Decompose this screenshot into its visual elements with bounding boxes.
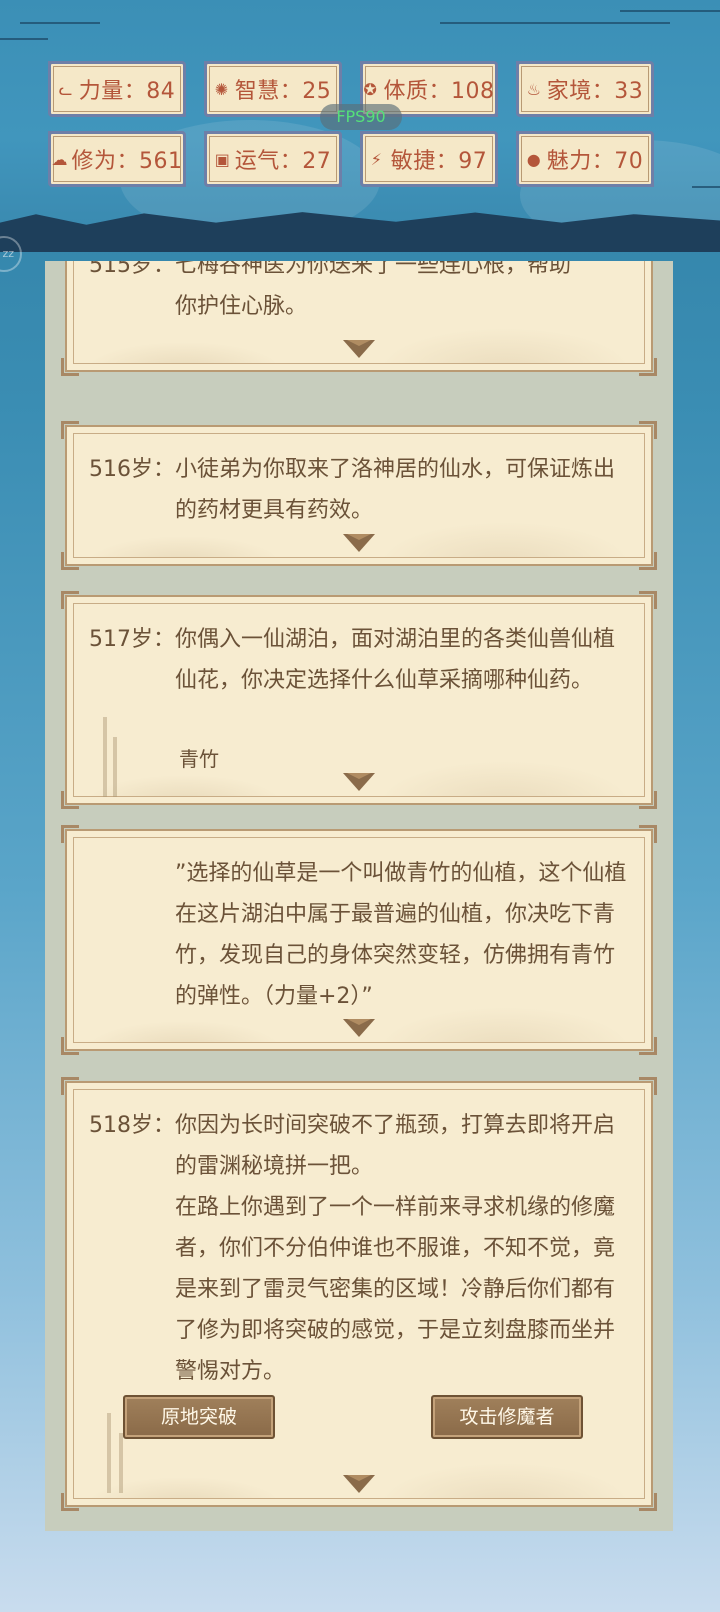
corner-ornament — [61, 552, 79, 570]
entry-age: 518岁： — [89, 1113, 175, 1138]
entry-age: 516岁： — [89, 457, 175, 482]
stat-agility: ⚡ 敏捷：97 — [360, 131, 498, 187]
log-card-515: 515岁： 七梅谷神医为你送来了一些连心根，帮助 你护住心脉。 — [61, 261, 657, 376]
attack-demon-cultivator-button[interactable]: 攻击修魔者 — [431, 1395, 583, 1439]
entry-text: 七梅谷神医为你送来了一些连心根，帮助 — [175, 261, 572, 278]
family-icon: ♨ — [526, 79, 542, 99]
log-entry: 518岁： 你因为长时间突破不了瓶颈，打算去即将开启的雷渊秘境拼一把。 在路上你… — [89, 1105, 631, 1392]
entry-text: 在路上你遇到了一个一样前来寻求机缘的修魔者，你们不分伯仲谁也不服谁，不知不觉，竟… — [175, 1195, 616, 1384]
bamboo-decoration — [113, 737, 117, 797]
line-decoration — [620, 10, 720, 12]
line-decoration — [692, 186, 720, 188]
expand-arrow-icon[interactable] — [343, 1019, 375, 1037]
line-decoration — [20, 22, 100, 24]
expand-arrow-icon[interactable] — [343, 534, 375, 552]
corner-ornament — [61, 825, 79, 843]
corner-ornament — [639, 552, 657, 570]
stat-charm: ● 魅力：70 — [516, 131, 654, 187]
corner-ornament — [639, 1037, 657, 1055]
log-card-517: 517岁： 你偶入一仙湖泊，面对湖泊里的各类仙兽仙植仙花，你决定选择什么仙草采摘… — [61, 591, 657, 809]
event-log-panel[interactable]: 515岁： 七梅谷神医为你送来了一些连心根，帮助 你护住心脉。 516岁： 小徒… — [45, 261, 673, 1531]
log-entry: 515岁： 七梅谷神医为你送来了一些连心根，帮助 你护住心脉。 — [89, 261, 631, 327]
stat-cultivation: ☁ 修为：561 — [48, 131, 186, 187]
entry-age: 517岁： — [89, 627, 175, 652]
constitution-icon: ✪ — [363, 79, 378, 99]
corner-ornament — [61, 591, 79, 609]
line-decoration — [0, 38, 48, 40]
entry-text: 你因为长时间突破不了瓶颈，打算去即将开启的雷渊秘境拼一把。 — [175, 1113, 616, 1179]
result-text: ”选择的仙草是一个叫做青竹的仙植，这个仙植在这片湖泊中属于最普遍的仙植，你决吃下… — [175, 861, 627, 1009]
log-card-518: 518岁： 你因为长时间突破不了瓶颈，打算去即将开启的雷渊秘境拼一把。 在路上你… — [61, 1077, 657, 1511]
charm-icon: ● — [526, 149, 542, 169]
corner-ornament — [639, 825, 657, 843]
strength-icon: ᓚ — [58, 79, 73, 99]
log-card-516: 516岁： 小徒弟为你取来了洛神居的仙水，可保证炼出的药材更具有药效。 — [61, 421, 657, 570]
log-entry: 517岁： 你偶入一仙湖泊，面对湖泊里的各类仙兽仙植仙花，你决定选择什么仙草采摘… — [89, 619, 631, 701]
cultivation-icon: ☁ — [51, 149, 68, 169]
corner-ornament — [61, 1493, 79, 1511]
corner-ornament — [61, 421, 79, 439]
bamboo-decoration — [107, 1413, 111, 1493]
stat-strength: ᓚ 力量：84 — [48, 61, 186, 117]
corner-ornament — [61, 1077, 79, 1095]
bamboo-decoration — [119, 1433, 123, 1493]
corner-ornament — [61, 1037, 79, 1055]
fps-counter: FPS90 — [320, 104, 402, 130]
line-decoration — [440, 22, 670, 24]
stat-luck: ▣ 运气：27 — [204, 131, 342, 187]
expand-arrow-icon[interactable] — [343, 773, 375, 791]
log-card-result: ”选择的仙草是一个叫做青竹的仙植，这个仙植在这片湖泊中属于最普遍的仙植，你决吃下… — [61, 825, 657, 1055]
corner-ornament — [61, 791, 79, 809]
corner-ornament — [61, 358, 79, 376]
corner-ornament — [639, 358, 657, 376]
agility-icon: ⚡ — [370, 149, 383, 169]
corner-ornament — [639, 421, 657, 439]
entry-text: 小徒弟为你取来了洛神居的仙水，可保证炼出的药材更具有药效。 — [175, 457, 616, 523]
corner-ornament — [639, 591, 657, 609]
chosen-option: 青竹 — [179, 747, 219, 771]
entry-age: 515岁： — [89, 261, 175, 278]
entry-text: 你偶入一仙湖泊，面对湖泊里的各类仙兽仙植仙花，你决定选择什么仙草采摘哪种仙药。 — [175, 627, 616, 693]
corner-ornament — [639, 1077, 657, 1095]
corner-ornament — [639, 791, 657, 809]
log-entry: 516岁： 小徒弟为你取来了洛神居的仙水，可保证炼出的药材更具有药效。 — [89, 449, 631, 531]
stat-wisdom: ✺ 智慧：25 — [204, 61, 342, 117]
expand-arrow-icon[interactable] — [343, 1475, 375, 1493]
corner-ornament — [639, 1493, 657, 1511]
expand-arrow-icon[interactable] — [343, 340, 375, 358]
bamboo-decoration — [103, 717, 107, 797]
wisdom-icon: ✺ — [214, 79, 229, 99]
breakthrough-button[interactable]: 原地突破 — [123, 1395, 275, 1439]
entry-text: 你护住心脉。 — [175, 294, 308, 319]
luck-icon: ▣ — [214, 149, 231, 169]
stat-family: ♨ 家境：33 — [516, 61, 654, 117]
